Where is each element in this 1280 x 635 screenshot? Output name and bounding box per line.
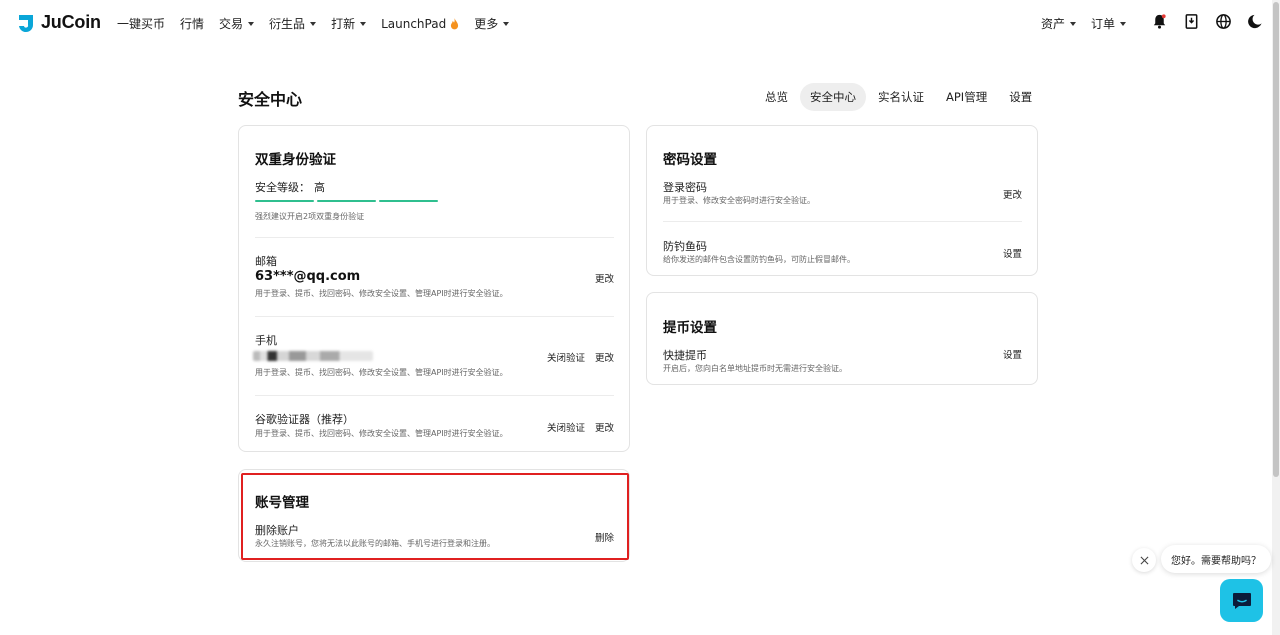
quick-withdraw-label: 快捷提币 xyxy=(663,349,707,362)
quick-withdraw-desc: 开启后，您向白名单地址提币时无需进行安全验证。 xyxy=(663,364,847,373)
chat-greeting-bubble[interactable]: 您好。需要帮助吗？ xyxy=(1161,545,1271,573)
divider xyxy=(255,316,614,317)
caret-down-icon xyxy=(1120,21,1127,26)
email-label: 邮箱 xyxy=(255,255,277,268)
withdraw-settings-title: 提币设置 xyxy=(663,320,717,336)
phone-desc: 用于登录、提币、找回密码、修改安全设置、管理API时进行安全验证。 xyxy=(255,368,508,377)
scrollbar-thumb[interactable] xyxy=(1273,2,1279,477)
nav-label: 更多 xyxy=(474,17,499,31)
nav-label: 一键买币 xyxy=(117,17,166,31)
page-title: 安全中心 xyxy=(238,90,303,109)
moon-icon[interactable] xyxy=(1247,13,1264,30)
chat-close-button[interactable] xyxy=(1132,548,1156,572)
set-quick-withdraw-button[interactable]: 设置 xyxy=(1003,347,1022,361)
login-password-desc: 用于登录、修改安全密码时进行安全验证。 xyxy=(663,196,815,205)
jucoin-logo-icon xyxy=(19,14,33,32)
disable-google-auth-button[interactable]: 关闭验证 xyxy=(547,420,585,434)
right-nav: 资产 订单 xyxy=(1041,15,1141,32)
bell-icon[interactable] xyxy=(1151,13,1168,30)
page-scrollbar[interactable] xyxy=(1272,0,1280,635)
nav-assets[interactable]: 资产 xyxy=(1041,15,1077,32)
nav-trade[interactable]: 交易 xyxy=(219,15,255,32)
divider xyxy=(255,237,614,238)
security-level-value: 高 xyxy=(314,181,325,194)
nav-new-listing[interactable]: 打新 xyxy=(331,15,367,32)
security-level-bar-3 xyxy=(379,200,438,202)
login-password-label: 登录密码 xyxy=(663,181,707,194)
two-factor-card: 双重身份验证 安全等级： 高 强烈建议开启2项双重身份验证 邮箱 63***@qq… xyxy=(238,125,630,452)
nav-label: 行情 xyxy=(180,17,205,31)
nav-label: 衍生品 xyxy=(269,17,306,31)
nav-orders[interactable]: 订单 xyxy=(1091,15,1127,32)
tab-overview[interactable]: 总览 xyxy=(755,83,798,111)
nav-label: 打新 xyxy=(331,17,356,31)
phone-label: 手机 xyxy=(255,334,277,347)
anti-phishing-label: 防钓鱼码 xyxy=(663,240,707,253)
logo-text: JuCoin xyxy=(41,12,101,32)
caret-down-icon xyxy=(248,21,255,26)
security-level-label: 安全等级： 高 xyxy=(255,179,325,195)
password-settings-title: 密码设置 xyxy=(663,152,717,168)
withdraw-settings-card: 提币设置 快捷提币 开启后，您向白名单地址提币时无需进行安全验证。 设置 xyxy=(646,292,1038,385)
divider xyxy=(663,221,1022,222)
flame-icon xyxy=(451,17,459,29)
password-settings-card: 密码设置 登录密码 用于登录、修改安全密码时进行安全验证。 更改 防钓鱼码 给你… xyxy=(646,125,1038,276)
nav-quick-buy[interactable]: 一键买币 xyxy=(117,15,165,32)
tab-security-center[interactable]: 安全中心 xyxy=(800,83,866,111)
caret-down-icon xyxy=(503,21,510,26)
security-level-bar-1 xyxy=(255,200,314,202)
nav-launchpad[interactable]: LaunchPad xyxy=(381,15,459,32)
email-value: 63***@qq.com xyxy=(255,269,361,284)
tab-settings[interactable]: 设置 xyxy=(999,83,1042,111)
two-factor-title: 双重身份验证 xyxy=(255,152,336,168)
globe-icon[interactable] xyxy=(1215,13,1232,30)
security-level-bar-2 xyxy=(317,200,376,202)
nav-label: 资产 xyxy=(1041,17,1066,31)
download-icon[interactable] xyxy=(1183,13,1200,30)
chat-icon xyxy=(1232,592,1251,609)
change-google-auth-button[interactable]: 更改 xyxy=(595,420,614,434)
change-email-button[interactable]: 更改 xyxy=(595,271,614,285)
change-phone-button[interactable]: 更改 xyxy=(595,350,614,364)
chat-launcher-button[interactable] xyxy=(1220,579,1263,622)
close-icon xyxy=(1140,556,1148,564)
google-auth-label: 谷歌验证器（推荐） xyxy=(255,413,354,426)
security-level-text: 安全等级： xyxy=(255,181,310,194)
header-icons xyxy=(1151,13,1264,30)
caret-down-icon xyxy=(310,21,317,26)
jucoin-logo[interactable]: JuCoin xyxy=(16,12,101,33)
anti-phishing-desc: 给你发送的邮件包含设置防钓鱼码，可防止假冒邮件。 xyxy=(663,255,855,264)
nav-label: 订单 xyxy=(1091,17,1116,31)
divider xyxy=(255,395,614,396)
nav-label: 交易 xyxy=(219,17,244,31)
account-tabs: 总览 安全中心 实名认证 API管理 设置 xyxy=(755,83,1044,111)
highlight-frame xyxy=(241,473,629,560)
nav-derivatives[interactable]: 衍生品 xyxy=(269,15,317,32)
caret-down-icon xyxy=(360,21,367,26)
top-navigation: JuCoin 一键买币 行情 交易 衍生品 打新 LaunchPad 更多 资产… xyxy=(0,0,1272,46)
email-desc: 用于登录、提币、找回密码、修改安全设置、管理API时进行安全验证。 xyxy=(255,289,508,298)
tab-kyc[interactable]: 实名认证 xyxy=(868,83,934,111)
caret-down-icon xyxy=(1070,21,1077,26)
nav-markets[interactable]: 行情 xyxy=(180,15,204,32)
nav-label: LaunchPad xyxy=(381,16,447,31)
masked-phone-number xyxy=(253,351,373,361)
disable-phone-verification-button[interactable]: 关闭验证 xyxy=(547,350,585,364)
set-anti-phishing-button[interactable]: 设置 xyxy=(1003,246,1022,260)
change-login-password-button[interactable]: 更改 xyxy=(1003,187,1022,201)
main-nav: 一键买币 行情 交易 衍生品 打新 LaunchPad 更多 xyxy=(117,15,524,32)
nav-more[interactable]: 更多 xyxy=(474,15,510,32)
two-factor-hint: 强烈建议开启2项双重身份验证 xyxy=(255,212,365,221)
google-auth-desc: 用于登录、提币、找回密码、修改安全设置、管理API时进行安全验证。 xyxy=(255,429,508,438)
tab-api-management[interactable]: API管理 xyxy=(936,83,997,111)
